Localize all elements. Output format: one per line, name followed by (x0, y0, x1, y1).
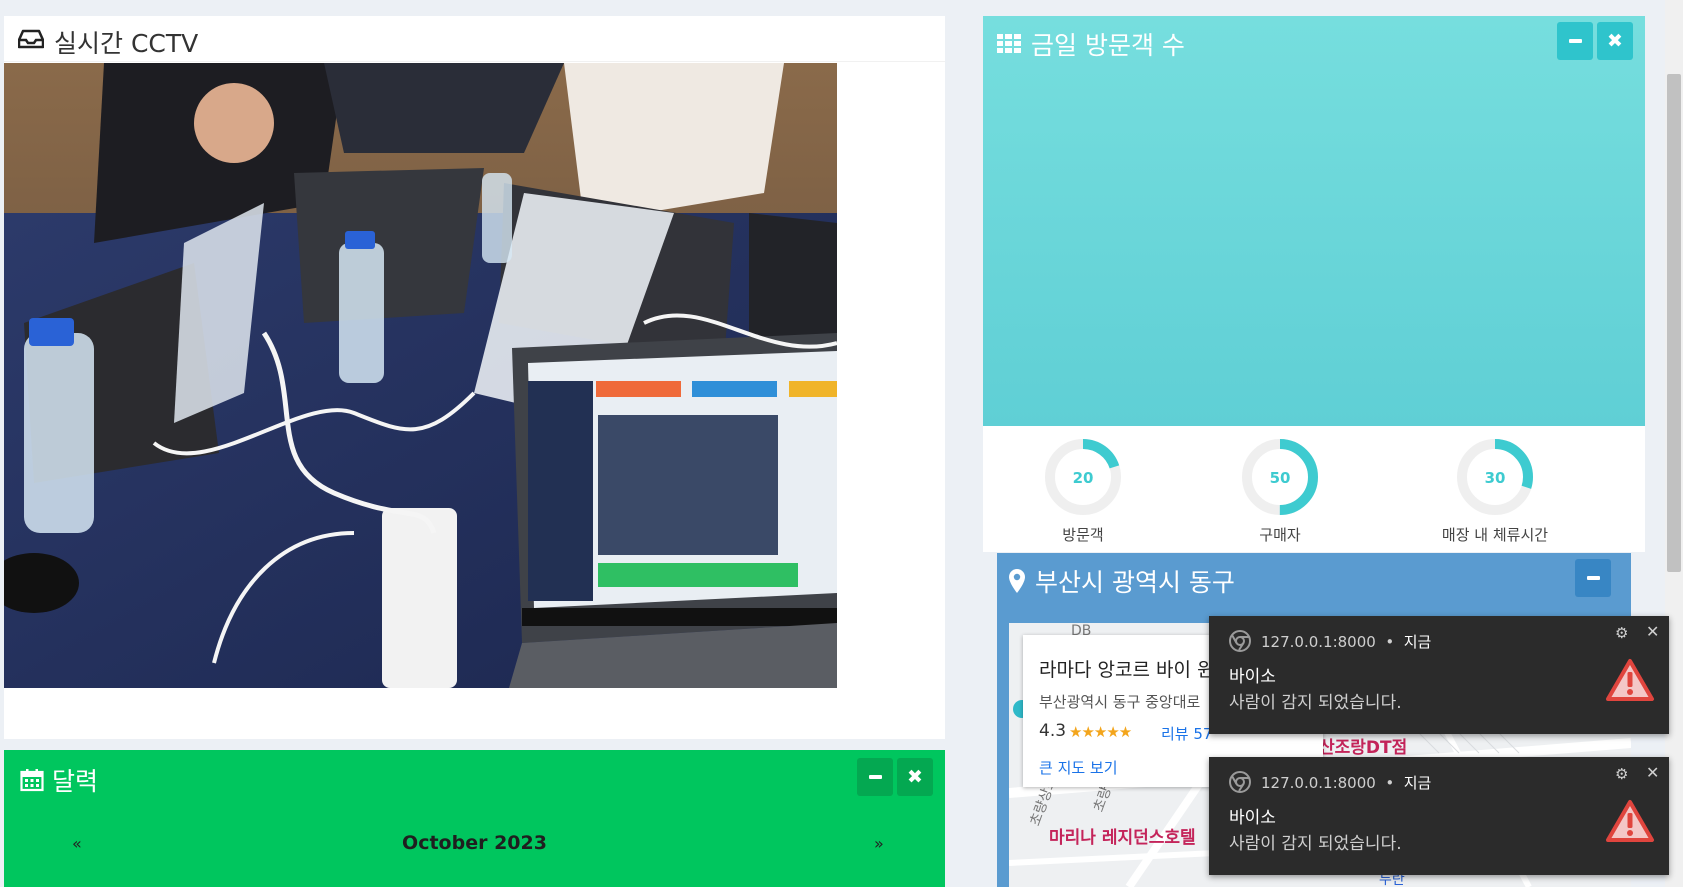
visitors-close-button[interactable]: ✖ (1597, 22, 1633, 60)
browser-icon (1229, 630, 1251, 652)
map-place-label: 산조랑DT점 (1319, 738, 1408, 758)
gear-icon[interactable]: ⚙ (1615, 765, 1628, 783)
stat-value: 50 (1270, 469, 1291, 487)
stat-label: 방문객 (1062, 526, 1104, 544)
map-marker-icon (1009, 569, 1025, 593)
minus-icon (868, 775, 882, 779)
stat-label: 구매자 (1259, 526, 1301, 544)
place-name: 라마다 앙코르 바이 윈 (1039, 659, 1215, 681)
inbox-icon (17, 29, 45, 49)
stat-dwell-time: 30 매장 내 체류시간 (1405, 436, 1585, 545)
notification-title: 바이소 (1229, 808, 1276, 828)
scrollbar-thumb[interactable] (1667, 74, 1681, 572)
notification-toast[interactable]: 127.0.0.1:8000 • 지금 ⚙ ✕ 바이소 사람이 감지 되었습니다… (1209, 616, 1669, 734)
place-rating: 4.3 (1039, 721, 1067, 741)
visitors-donut: 20 (1045, 439, 1121, 515)
stat-value: 20 (1073, 469, 1094, 487)
rating-stars-icon: ★★★★★ (1069, 723, 1132, 741)
visitor-stats: 20 방문객 50 구매자 30 매장 내 체류시간 (983, 426, 1645, 552)
visitors-panel: 금일 방문객 수 ✖ (983, 16, 1645, 426)
notification-origin: 127.0.0.1:8000 • 지금 (1261, 633, 1432, 651)
notification-body: 사람이 감지 되었습니다. (1229, 834, 1402, 854)
visitors-title: 금일 방문객 수 (1031, 31, 1185, 60)
cctv-title: 실시간 CCTV (54, 29, 199, 58)
stat-buyers: 50 구매자 (1190, 436, 1370, 545)
gear-icon[interactable]: ⚙ (1615, 624, 1628, 642)
calendar-icon (20, 768, 44, 792)
notification-time: 지금 (1403, 774, 1432, 792)
view-larger-map-link[interactable]: 큰 지도 보기 (1039, 757, 1118, 778)
calendar-panel: 달력 ✖ « October 2023 » (4, 750, 945, 887)
minus-icon (1586, 576, 1600, 580)
minus-icon (1568, 39, 1582, 43)
stat-visitors: 20 방문객 (993, 436, 1173, 545)
place-address: 부산광역시 동구 중앙대로 (1039, 693, 1201, 711)
buyers-donut: 50 (1242, 439, 1318, 515)
stat-value: 30 (1485, 469, 1506, 487)
calendar-title: 달력 (52, 767, 99, 796)
map-place-label: 마리나 레지던스호텔 (1049, 828, 1196, 848)
calendar-close-button[interactable]: ✖ (897, 758, 933, 796)
calendar-month-label: October 2023 (402, 832, 547, 854)
notification-url: 127.0.0.1:8000 (1261, 774, 1376, 792)
grid-icon (997, 34, 1021, 54)
place-reviews-link[interactable]: 리뷰 57 (1161, 723, 1212, 744)
notification-time: 지금 (1403, 633, 1432, 651)
notification-url: 127.0.0.1:8000 (1261, 633, 1376, 651)
visitors-collapse-button[interactable] (1557, 22, 1593, 60)
notification-body: 사람이 감지 되었습니다. (1229, 693, 1402, 713)
close-icon: ✖ (1607, 29, 1623, 52)
notification-title: 바이소 (1229, 667, 1276, 687)
close-icon[interactable]: ✕ (1646, 763, 1659, 782)
calendar-collapse-button[interactable] (857, 758, 893, 796)
map-collapse-button[interactable] (1575, 559, 1611, 597)
browser-icon (1229, 771, 1251, 793)
cctv-video-feed (4, 63, 837, 688)
warning-icon (1605, 799, 1655, 843)
notification-toast[interactable]: 127.0.0.1:8000 • 지금 ⚙ ✕ 바이소 사람이 감지 되었습니다… (1209, 757, 1669, 875)
stat-label: 매장 내 체류시간 (1441, 526, 1549, 544)
calendar-next-button[interactable]: » (874, 834, 884, 853)
close-icon[interactable]: ✕ (1646, 622, 1659, 641)
dwell-time-donut: 30 (1457, 439, 1533, 515)
map-title: 부산시 광역시 동구 (1035, 568, 1235, 597)
cctv-panel: 실시간 CCTV (4, 16, 945, 739)
notification-origin: 127.0.0.1:8000 • 지금 (1261, 774, 1432, 792)
cctv-header: 실시간 CCTV (4, 16, 945, 62)
close-icon: ✖ (907, 765, 923, 788)
warning-icon (1605, 658, 1655, 702)
